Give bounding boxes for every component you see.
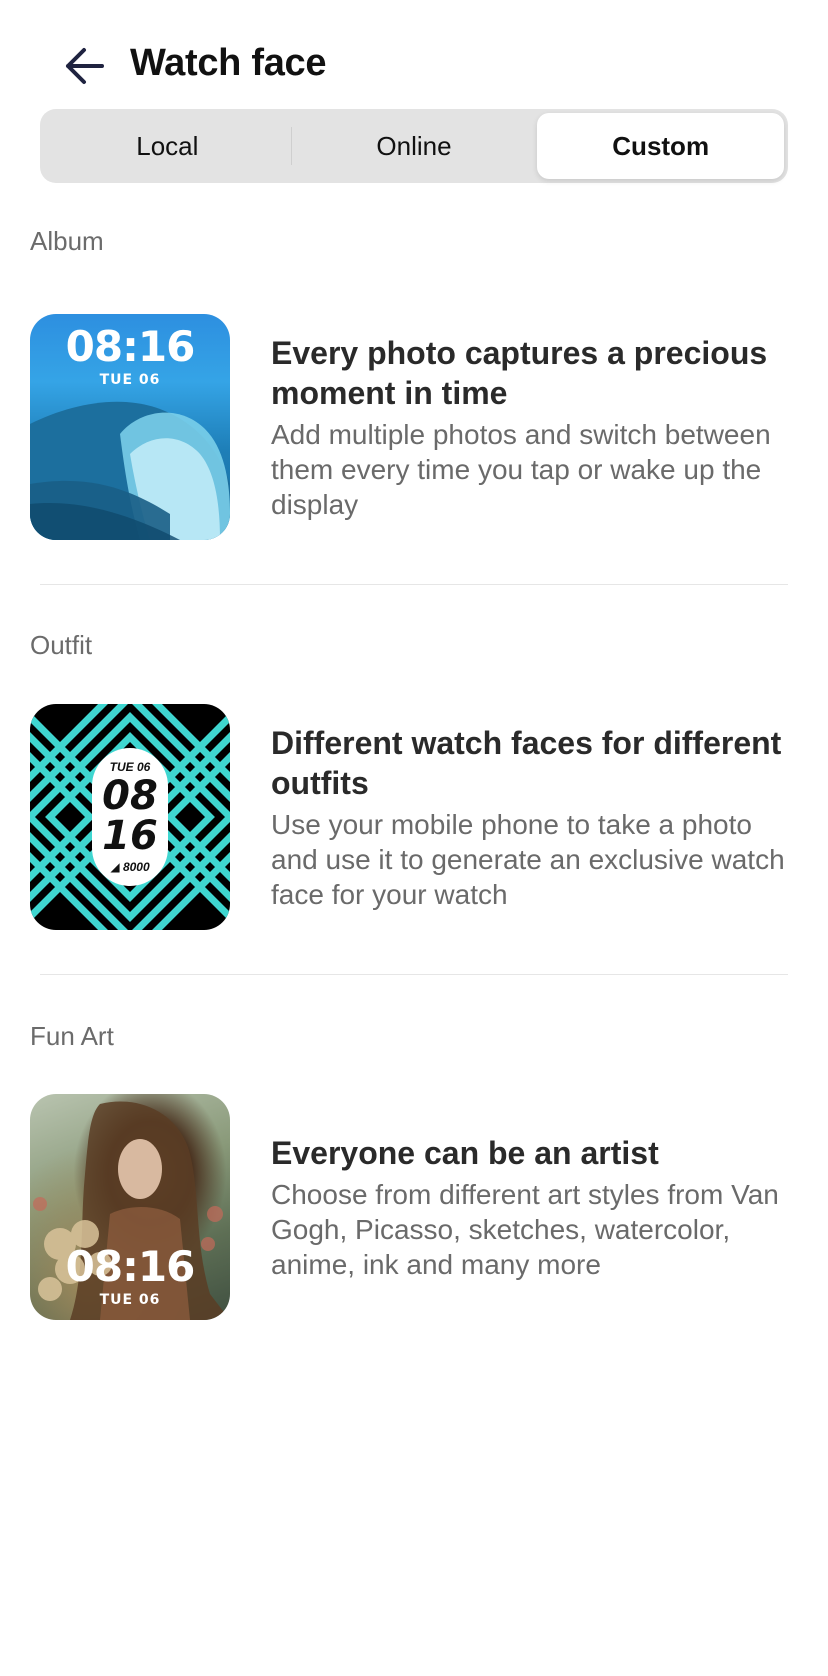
outfit-preview-image: TUE 06 08 16 ◢ 8000 bbox=[30, 704, 230, 930]
page-title: Watch face bbox=[130, 42, 327, 84]
album-preview-time: 08:16 bbox=[65, 322, 196, 371]
tab-custom[interactable]: Custom bbox=[537, 113, 785, 179]
divider bbox=[40, 584, 788, 585]
fun-art-preview-time: 08:16 bbox=[65, 1242, 196, 1291]
outfit-preview-date: TUE 06 bbox=[109, 760, 151, 774]
album-card-title: Every photo captures a precious moment i… bbox=[271, 334, 768, 411]
album-card[interactable]: 08:16 TUE 06 Every photo captures a prec… bbox=[30, 314, 800, 540]
tab-local[interactable]: Local bbox=[44, 113, 291, 179]
outfit-watch-pill: TUE 06 08 16 ◢ 8000 bbox=[92, 748, 168, 886]
arrow-left-icon bbox=[66, 48, 104, 84]
fun-art-card-text: Everyone can be an artist Choose from di… bbox=[271, 1133, 791, 1282]
fun-art-card[interactable]: 08:16 TUE 06 Everyone can be an artist C… bbox=[30, 1094, 800, 1320]
fun-art-preview-image: 08:16 TUE 06 bbox=[30, 1094, 230, 1320]
section-label-album: Album bbox=[30, 226, 104, 256]
divider bbox=[40, 974, 788, 975]
outfit-card-text: Different watch faces for different outf… bbox=[271, 723, 791, 912]
outfit-card[interactable]: TUE 06 08 16 ◢ 8000 Different watch face… bbox=[30, 704, 800, 930]
tab-bar: Local Online Custom bbox=[40, 109, 788, 183]
album-preview-image: 08:16 TUE 06 bbox=[30, 314, 230, 540]
outfit-preview-minute: 16 bbox=[102, 813, 158, 859]
album-card-description: Add multiple photos and switch between t… bbox=[271, 418, 771, 520]
tab-online[interactable]: Online bbox=[290, 113, 538, 179]
fun-art-preview-date: TUE 06 bbox=[99, 1292, 161, 1308]
outfit-preview-steps: ◢ 8000 bbox=[110, 860, 149, 874]
steps-icon: ◢ bbox=[110, 860, 120, 874]
header: Watch face bbox=[0, 0, 828, 110]
outfit-preview-hour: 08 bbox=[102, 773, 158, 819]
section-label-fun-art: Fun Art bbox=[30, 1021, 114, 1051]
album-preview-date: TUE 06 bbox=[99, 372, 161, 388]
back-button[interactable] bbox=[58, 40, 110, 92]
fun-art-card-description: Choose from different art styles from Va… bbox=[271, 1178, 779, 1280]
album-card-text: Every photo captures a precious moment i… bbox=[271, 333, 791, 522]
outfit-card-title: Different watch faces for different outf… bbox=[271, 724, 782, 801]
section-label-outfit: Outfit bbox=[30, 630, 93, 660]
outfit-card-description: Use your mobile phone to take a photo an… bbox=[271, 808, 785, 910]
outfit-preview-steps-value: 8000 bbox=[122, 860, 150, 874]
fun-art-card-title: Everyone can be an artist bbox=[271, 1134, 659, 1171]
